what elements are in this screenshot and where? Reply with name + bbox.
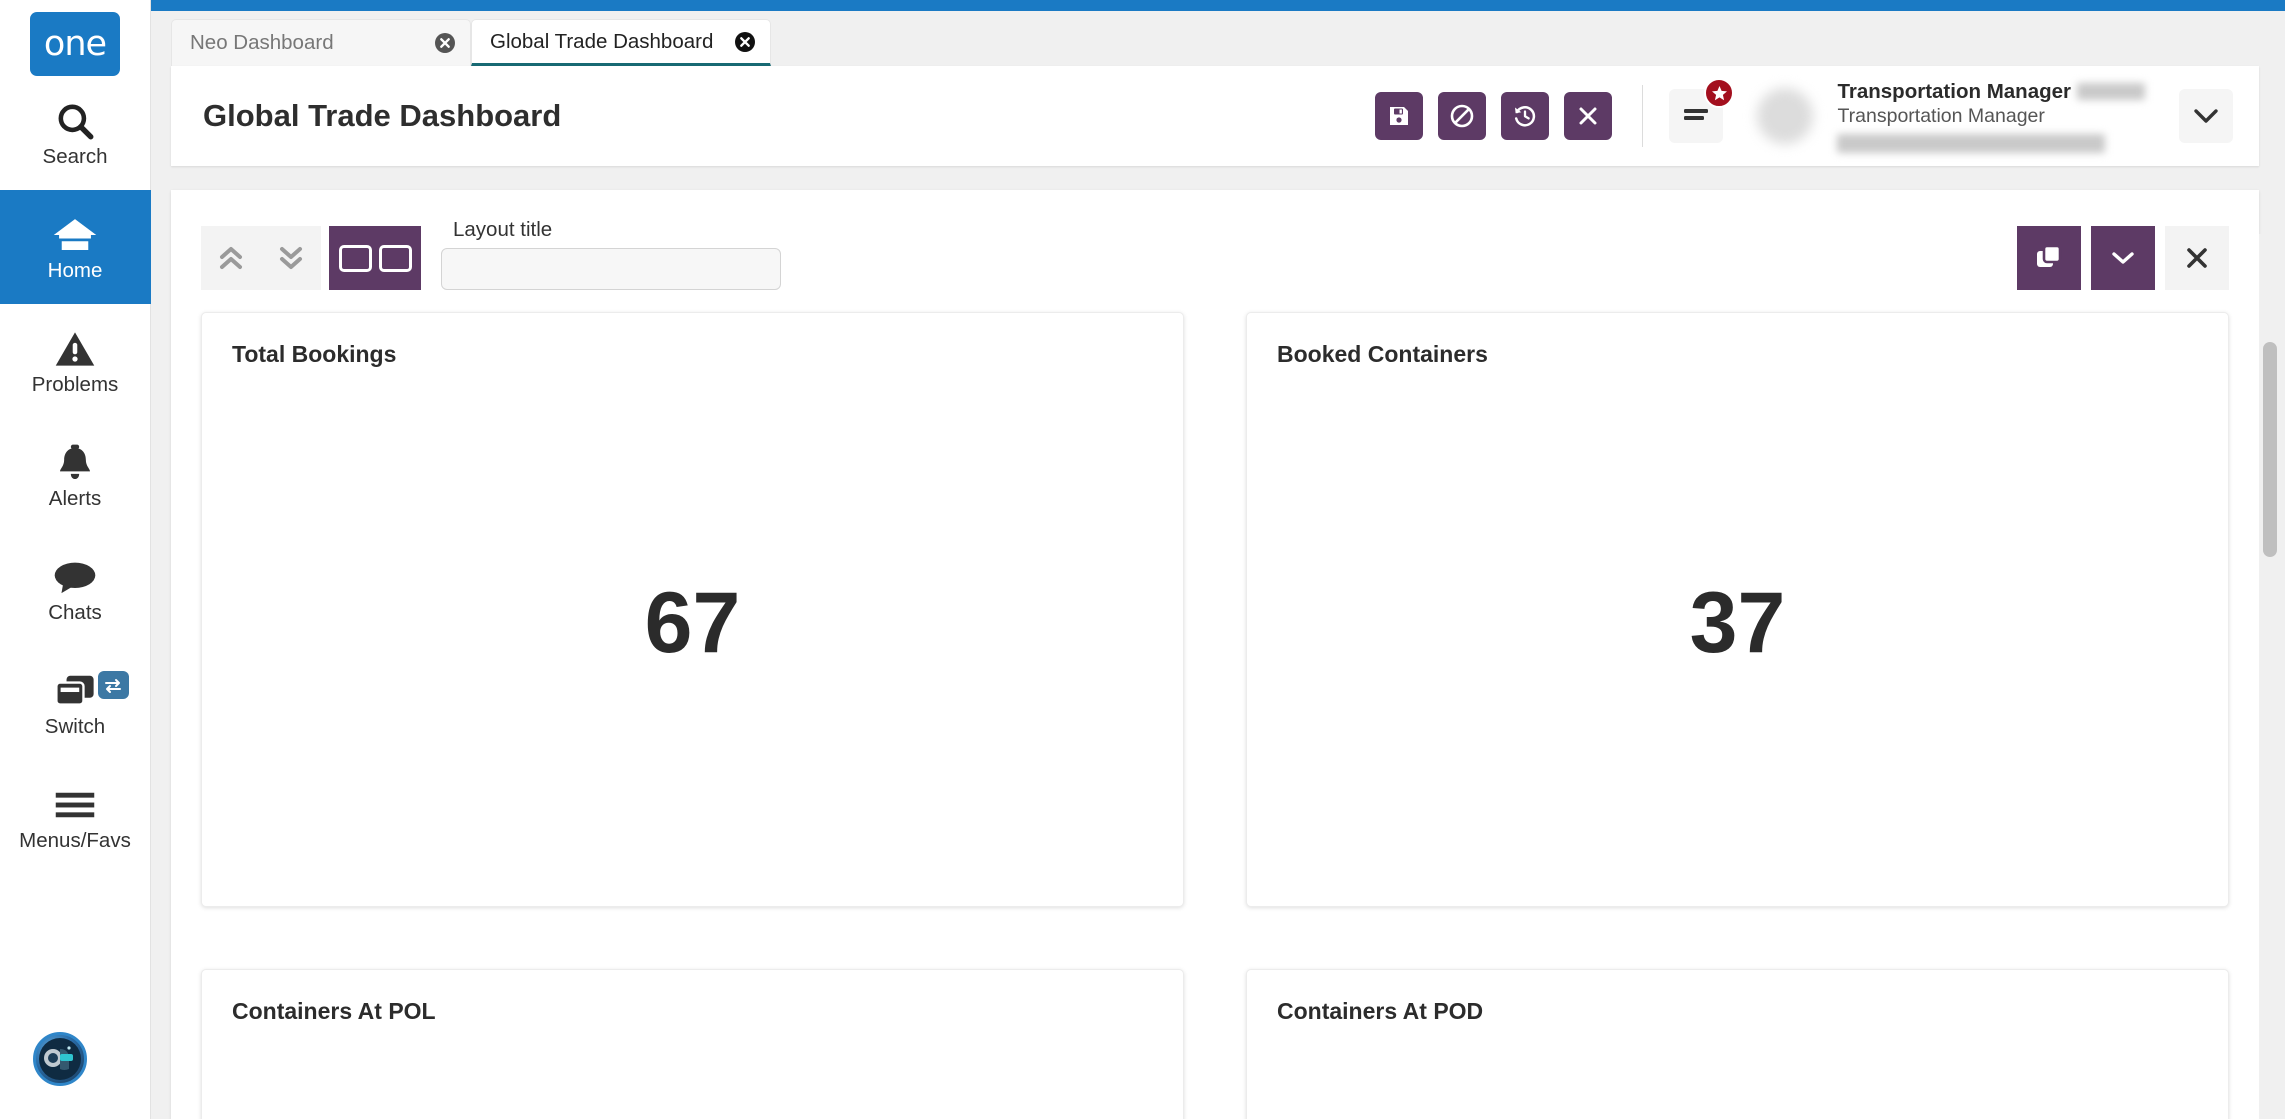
widget-booked-containers[interactable]: Booked Containers 37 [1246,312,2229,907]
collapse-up-button[interactable] [201,226,261,290]
bell-icon [55,440,95,486]
top-accent-bar [151,0,2285,11]
sidebar-item-label: Problems [31,372,119,396]
widget-grid: Total Bookings 67 Booked Containers 37 C… [201,312,2229,1119]
widget-containers-at-pod[interactable]: Containers At POD [1246,969,2229,1119]
page-title: Global Trade Dashboard [203,98,562,133]
one-logo[interactable]: one [30,12,120,76]
expand-layout-button[interactable] [2091,226,2155,290]
two-column-layout-icon [338,244,372,272]
close-circle-icon[interactable] [734,31,756,53]
sidebar-item-label: Search [42,144,108,168]
sidebar-item-label: Home [47,258,103,282]
layout-title-group: Layout title [441,218,781,290]
header-menu-button[interactable] [1669,78,1735,143]
left-sidebar: one Search Home Problems Alerts Chats Sw… [0,0,151,1119]
save-button[interactable] [1375,92,1424,140]
star-icon [1704,78,1735,108]
chevron-down-icon [2112,252,2134,264]
sidebar-item-problems[interactable]: Problems [0,304,151,418]
close-circle-icon[interactable] [434,32,456,54]
widget-containers-at-pol[interactable]: Containers At POL [201,969,1184,1119]
double-chevron-up-icon [220,247,242,269]
history-button[interactable] [1501,92,1550,140]
two-column-layout-button[interactable] [329,226,421,290]
tab-strip: Neo Dashboard Global Trade Dashboard [151,11,2285,66]
windows-icon [53,668,97,714]
widget-value-container: 37 [1277,368,2198,878]
user-name-row: Transportation Manager [1837,80,2145,104]
tab-global-trade-dashboard[interactable]: Global Trade Dashboard [471,19,771,66]
collapse-down-button[interactable] [261,226,321,290]
chevron-down-icon [2194,109,2218,123]
page-header: Global Trade Dashboard Transportation Ma… [171,66,2259,166]
widget-title: Containers At POD [1277,998,1484,1024]
dashboard-panel: Layout title Total Bookings 67 Booked Co… [171,190,2259,1119]
user-role: Transportation Manager [1837,104,2045,127]
redacted-org-line [1837,133,2106,153]
layout-toolbar: Layout title [201,214,2229,290]
one-logo-text: one [43,23,107,64]
avatar[interactable] [1757,88,1814,144]
sidebar-item-label: Switch [44,714,106,738]
copy-layers-icon [2037,244,2062,267]
layout-title-input[interactable] [441,248,781,290]
widget-title: Booked Containers [1277,341,1488,367]
warning-icon [54,326,96,372]
exchange-arrows-icon[interactable] [97,671,129,699]
duplicate-layout-button[interactable] [2017,226,2081,290]
tab-neo-dashboard[interactable]: Neo Dashboard [171,19,471,66]
widget-value-container [232,1025,1153,1119]
double-chevron-down-icon [280,247,302,269]
tab-label: Global Trade Dashboard [490,29,714,53]
sidebar-item-label: Alerts [48,486,102,510]
hamburger-icon [54,782,96,828]
sidebar-item-home[interactable]: Home [0,190,151,304]
sidebar-item-alerts[interactable]: Alerts [0,418,151,532]
layout-toolbar-right-actions [2017,226,2229,290]
dashboard-scroll-area: Layout title Total Bookings 67 Booked Co… [151,166,2285,1119]
app-root: one Search Home Problems Alerts Chats Sw… [0,0,2285,1119]
chat-bubble-icon [53,554,97,600]
widget-value: 37 [1689,575,1786,671]
user-info-block[interactable]: Transportation Manager Transportation Ma… [1837,80,2145,153]
sidebar-item-label: Menus/Favs [19,828,131,852]
user-menu-caret-button[interactable] [2179,89,2233,143]
user-name: Transportation Manager [1837,79,2071,103]
vertical-scrollbar-thumb[interactable] [2263,342,2277,557]
tab-label: Neo Dashboard [190,31,334,54]
sidebar-item-switch[interactable]: Switch [0,646,151,760]
header-action-buttons [1375,92,1613,140]
widget-value-container [1277,1025,2198,1119]
sidebar-item-search[interactable]: Search [0,76,151,190]
widget-value: 67 [644,575,741,671]
vertical-scrollbar-track[interactable] [2259,234,2281,1119]
home-icon [52,212,98,258]
widget-value-container: 67 [232,368,1153,878]
main-stage: Neo Dashboard Global Trade Dashboard Glo… [151,0,2285,1119]
widget-title: Total Bookings [232,341,397,367]
hamburger-menu-icon [1684,109,1709,120]
sidebar-item-chats[interactable]: Chats [0,532,151,646]
widget-total-bookings[interactable]: Total Bookings 67 [201,312,1184,907]
two-column-layout-icon-second [378,244,412,272]
search-icon [54,98,96,144]
sidebar-item-label: Chats [48,600,102,624]
widget-title: Containers At POL [232,998,436,1024]
cancel-button[interactable] [1438,92,1487,140]
sidebar-item-menus-favs[interactable]: Menus/Favs [0,760,151,874]
ai-assistant-orb-icon[interactable] [33,1032,87,1086]
close-button[interactable] [1564,92,1613,140]
x-icon [2187,248,2207,268]
layout-title-label: Layout title [453,218,553,241]
close-layout-button[interactable] [2165,226,2229,290]
header-divider [1642,85,1644,147]
redacted-user-suffix [2077,83,2145,100]
